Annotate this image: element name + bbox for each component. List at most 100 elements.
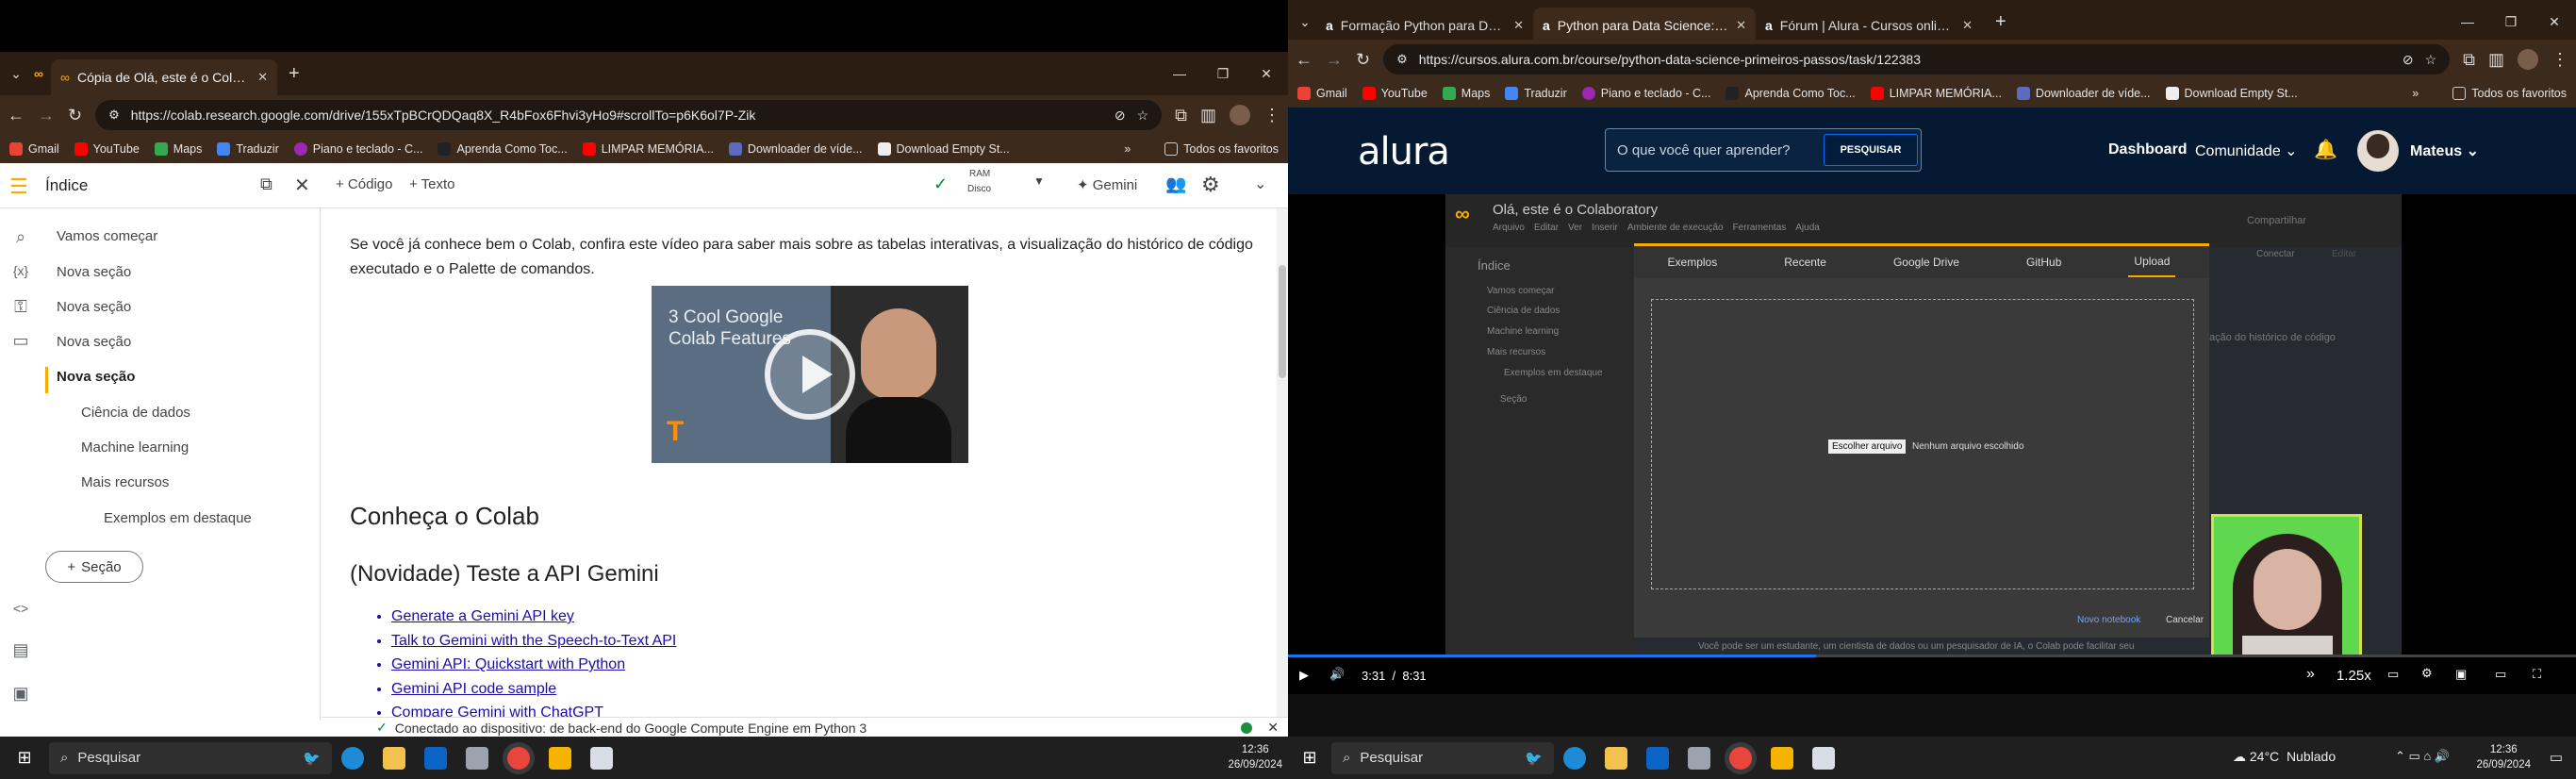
tab-search-icon[interactable]: ⌄ (1294, 14, 1316, 30)
minimize-icon[interactable]: — (2446, 14, 2489, 29)
toc-item[interactable]: Mais recursos (81, 474, 169, 490)
eye-off-icon[interactable]: ⊘ (2403, 52, 2414, 68)
toc-item[interactable]: Exemplos em destaque (104, 510, 252, 526)
link-item[interactable]: Generate a Gemini API key (391, 605, 676, 629)
alura-search-box[interactable]: O que você quer aprender? PESQUISAR (1605, 128, 1922, 172)
community-menu[interactable]: Comunidade ⌄ (2195, 141, 2298, 160)
taskbar-clock[interactable]: 12:36 26/09/2024 (2476, 742, 2531, 772)
toc-item[interactable]: Nova seção (57, 334, 131, 350)
store-icon[interactable] (1771, 746, 1793, 770)
bookmark-gmail[interactable]: Gmail (1297, 87, 1347, 100)
outlook-icon[interactable] (1646, 746, 1669, 770)
bookmark-downloader[interactable]: Downloader de víde... (2016, 87, 2151, 100)
app-icon[interactable] (1688, 746, 1710, 770)
taskbar-clock[interactable]: 12:36 26/09/2024 (1228, 742, 1282, 772)
profile-avatar[interactable] (2518, 49, 2538, 70)
open-tab-icon[interactable]: ⧉ (260, 174, 272, 194)
add-text-button[interactable]: + Texto (409, 176, 455, 192)
more-bookmarks-icon[interactable]: » (1124, 142, 1131, 156)
settings-gear-icon[interactable]: ⚙ (1201, 173, 1220, 197)
bookmark-maps[interactable]: Maps (1442, 87, 1490, 100)
close-tab-icon[interactable]: ✕ (1736, 18, 1746, 33)
play-icon[interactable]: ▶ (1299, 668, 1309, 683)
content-scrollbar[interactable] (1277, 208, 1288, 718)
menu-icon[interactable]: ⋮ (1263, 106, 1280, 125)
video-thumbnail[interactable]: 3 Cool Google Colab Features T (652, 286, 968, 463)
bookmark-youtube[interactable]: YouTube (1362, 87, 1428, 100)
play-icon[interactable] (765, 329, 855, 420)
weather-widget[interactable]: ☁ 24°C Nublado (2233, 749, 2336, 765)
forward-icon[interactable]: → (38, 106, 55, 125)
files-folder-icon[interactable]: ▭ (9, 329, 32, 352)
bookmark-maps[interactable]: Maps (154, 142, 202, 156)
close-tab-icon[interactable]: ✕ (257, 70, 268, 85)
notepad-icon[interactable] (590, 746, 613, 770)
bookmark-downloader[interactable]: Downloader de víde... (728, 142, 863, 156)
command-palette-icon[interactable]: ▤ (9, 638, 32, 661)
notepad-icon[interactable] (1812, 746, 1835, 770)
site-info-icon[interactable]: ⚙ (108, 108, 120, 123)
more-bookmarks-icon[interactable]: » (2412, 87, 2419, 100)
profile-avatar[interactable] (1230, 105, 1250, 125)
fullscreen-icon[interactable]: ⛶ (2533, 667, 2541, 682)
link-item[interactable]: Gemini API: Quickstart with Python (391, 653, 676, 677)
bookmark-traduzir[interactable]: Traduzir (1505, 87, 1567, 100)
menu-icon[interactable]: ⋮ (2551, 50, 2568, 70)
outlook-icon[interactable] (424, 746, 447, 770)
resources-dropdown-icon[interactable]: ▼ (1033, 174, 1045, 188)
toc-item[interactable]: Ciência de dados (81, 405, 190, 421)
windows-start-icon[interactable]: ⊞ (0, 748, 49, 768)
toc-item[interactable]: Vamos começar (57, 228, 157, 244)
close-window-icon[interactable]: ✕ (2533, 14, 2576, 30)
bookmark-piano[interactable]: Piano e teclado - C... (293, 142, 422, 156)
all-bookmarks[interactable]: Todos os favoritos (2452, 87, 2567, 100)
tray-icons[interactable]: ⌃ ▭ ⌂ 🔊 (2395, 749, 2450, 764)
settings-gear-icon[interactable]: ⚙ (2421, 666, 2433, 681)
variables-icon[interactable]: {x} (9, 259, 32, 282)
store-icon[interactable] (549, 746, 571, 770)
address-bar[interactable]: ⚙ https://cursos.alura.com.br/course/pyt… (1383, 44, 2451, 75)
chrome-icon[interactable] (1729, 746, 1752, 770)
bookmark-gmail[interactable]: Gmail (9, 142, 59, 156)
tab-python-ds[interactable]: a Python para Data Science: prim ✕ (1533, 8, 1756, 43)
terminal-icon[interactable]: ▣ (9, 682, 32, 704)
speed-display[interactable]: 1.25x (2337, 668, 2371, 684)
search-button[interactable]: PESQUISAR (1824, 134, 1918, 166)
app-icon[interactable] (466, 746, 488, 770)
progress-bar[interactable] (1288, 655, 2576, 657)
windows-start-icon[interactable]: ⊞ (1288, 748, 1331, 768)
bookmark-limpar[interactable]: LIMPAR MEMÓRIA... (1870, 87, 2002, 100)
taskbar-search[interactable]: ⌕ Pesquisar 🐦 (49, 741, 332, 774)
share-people-icon[interactable]: 👥 (1165, 174, 1186, 194)
video-player[interactable]: ∞ Olá, este é o Colaboratory Arquivo Edit… (1288, 194, 2576, 694)
link-item[interactable]: Talk to Gemini with the Speech-to-Text A… (391, 629, 676, 654)
back-icon[interactable]: ← (1296, 50, 1313, 70)
user-avatar[interactable] (2357, 130, 2399, 172)
tab-formacao[interactable]: a Formação Python para Data Sc ✕ (1316, 8, 1533, 43)
sidebar-icon[interactable]: ▥ (1200, 106, 1216, 125)
maximize-icon[interactable]: ❐ (2489, 14, 2533, 30)
add-code-button[interactable]: + Código (336, 176, 392, 192)
tab-search-icon[interactable]: ⌄ (6, 66, 26, 82)
dashboard-link[interactable]: Dashboard (2108, 141, 2188, 158)
star-icon[interactable]: ☆ (2425, 52, 2437, 68)
extensions-icon[interactable]: ⧉ (1175, 106, 1187, 125)
bookmark-aprenda[interactable]: Aprenda Como Toc... (1726, 87, 1856, 100)
close-window-icon[interactable]: ✕ (1245, 66, 1288, 82)
code-snippets-icon[interactable]: <> (9, 597, 32, 620)
close-tab-icon[interactable]: ✕ (1962, 18, 1973, 33)
edge-icon[interactable] (1563, 746, 1586, 770)
file-explorer-icon[interactable] (1605, 746, 1627, 770)
bookmark-aprenda[interactable]: Aprenda Como Toc... (438, 142, 568, 156)
close-tab-icon[interactable]: ✕ (1513, 18, 1524, 33)
captions-icon[interactable]: ▭ (2387, 667, 2399, 682)
close-panel-icon[interactable]: ✕ (294, 174, 310, 197)
back-icon[interactable]: ← (8, 106, 25, 125)
maximize-icon[interactable]: ❐ (1201, 66, 1245, 82)
address-bar[interactable]: ⚙ https://colab.research.google.com/driv… (95, 100, 1163, 130)
tab-colab[interactable]: ∞ Cópia de Olá, este é o Colaborat ✕ (50, 59, 277, 95)
minimize-icon[interactable]: — (1158, 66, 1201, 81)
pip-icon[interactable]: ▣ (2455, 667, 2467, 682)
chrome-icon[interactable] (507, 746, 530, 770)
scroll-thumb[interactable] (1279, 265, 1286, 378)
